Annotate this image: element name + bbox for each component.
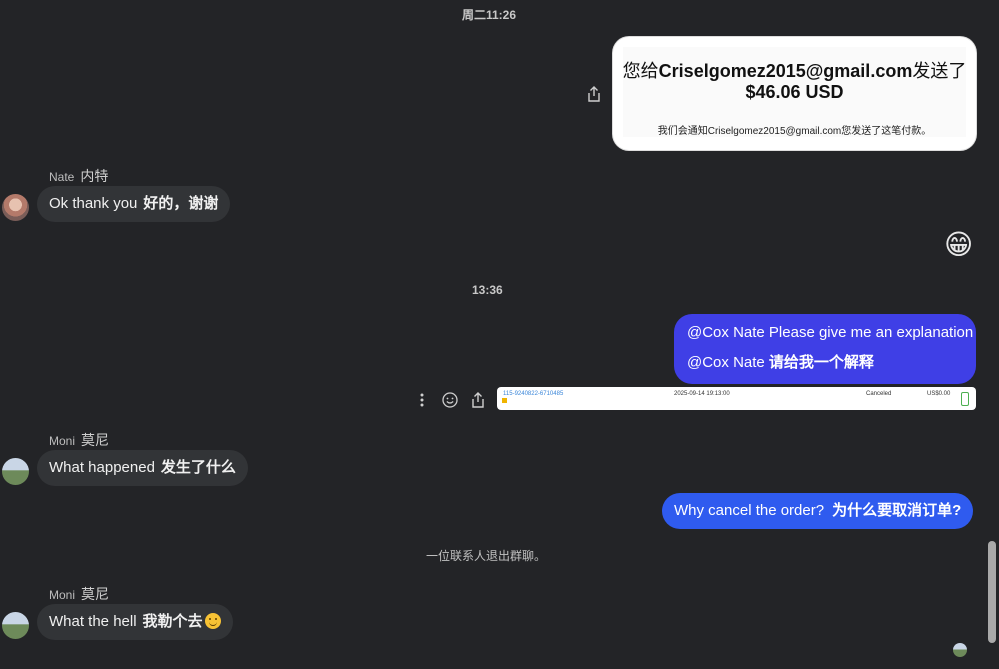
message-text-en: Ok thank you <box>49 195 138 212</box>
payment-line: 您给Criselgomez2015@gmail.com发送了 <box>613 57 976 83</box>
emoji-reaction-icon[interactable] <box>440 390 460 410</box>
message-text-cn: 为什么要取消订单? <box>832 502 962 519</box>
order-date: 2025-09-14 19:13:00 <box>674 391 730 397</box>
sender-name-en: Nate <box>49 170 75 184</box>
message-text-en: @Cox Nate Please give me an explanation <box>687 324 974 341</box>
scrollbar-thumb[interactable] <box>988 541 996 643</box>
payment-email: Criselgomez2015@gmail.com <box>658 61 913 81</box>
message-text-cn: 我勒个去 <box>142 613 203 630</box>
outgoing-message-bubble[interactable]: @Cox Nate Please give me an explanation … <box>674 314 976 384</box>
avatar[interactable] <box>2 194 29 221</box>
sender-name-en: Moni <box>49 588 76 602</box>
sender-name-en: Moni <box>49 434 76 448</box>
avatar[interactable] <box>2 612 29 639</box>
message-text-cn: 好的，谢谢 <box>143 195 219 212</box>
smile-emoji-icon <box>204 613 221 629</box>
sender-name-cn: 莫尼 <box>81 586 110 602</box>
payment-amount: $46.06 USD <box>745 82 844 102</box>
sender-name-cn: 内特 <box>80 168 109 184</box>
message-text-en: What happened <box>49 459 155 476</box>
sender-name: Moni 莫尼 <box>49 430 109 450</box>
payment-suffix: 发送了 <box>912 61 967 81</box>
sender-name: Moni 莫尼 <box>49 584 109 604</box>
read-receipt-avatar <box>953 643 967 657</box>
more-options-icon[interactable] <box>412 390 432 410</box>
message-bubble[interactable]: Ok thank you 好的，谢谢 <box>37 186 231 222</box>
message-text-cn: 发生了什么 <box>160 459 236 476</box>
message-bubble[interactable]: What happened 发生了什么 <box>37 450 248 486</box>
outgoing-message-bubble[interactable]: Why cancel the order? 为什么要取消订单? <box>662 493 974 529</box>
timestamp: 13:36 <box>472 283 503 297</box>
order-action-icon <box>961 392 969 406</box>
avatar[interactable] <box>2 458 29 485</box>
system-notice: 一位联系人退出群聊。 <box>426 549 547 563</box>
order-status: Canceled <box>866 391 892 397</box>
share-icon[interactable] <box>584 84 604 104</box>
sender-name: Nate 内特 <box>49 166 108 186</box>
message-bubble[interactable]: What the hell 我勒个去 <box>37 604 233 640</box>
share-icon[interactable] <box>468 390 488 410</box>
order-amount: US$0.00 <box>927 391 951 397</box>
order-icon <box>502 398 507 403</box>
message-text-cn-bold: 请给我一个解释 <box>768 354 874 371</box>
message-text-en: Why cancel the order? <box>674 502 825 519</box>
emoji-grin-icon: 😁 <box>944 229 974 260</box>
sender-name-cn: 莫尼 <box>81 432 110 448</box>
payment-card[interactable]: 您给Criselgomez2015@gmail.com发送了 $46.06 US… <box>613 37 976 150</box>
order-id: 115-9240822-6710485 <box>503 391 564 397</box>
order-screenshot-image[interactable]: 115-9240822-6710485 2025-09-14 19:13:00 … <box>497 387 976 410</box>
payment-note: 我们会通知Criselgomez2015@gmail.com您发送了这笔付款。 <box>657 126 932 137</box>
timestamp: 周二11:26 <box>462 8 517 22</box>
mention: @Cox Nate <box>687 354 769 371</box>
payment-prefix: 您给 <box>622 61 659 81</box>
message-text-cn: @Cox Nate 请给我一个解释 <box>687 351 874 372</box>
message-text-en: What the hell <box>49 613 137 630</box>
